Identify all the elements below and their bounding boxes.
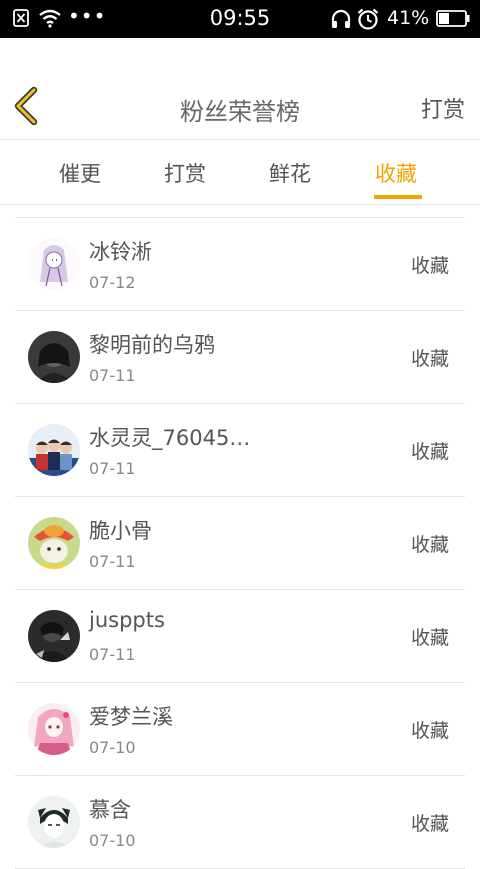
favorite-label: 收藏 [410, 813, 449, 835]
user-avatar [28, 517, 80, 569]
list-item[interactable]: 水灵灵_76045… 07-11 收藏 [15, 404, 465, 497]
tab-favorites[interactable]: 收藏 [375, 158, 417, 188]
fan-date: 07-11 [89, 645, 136, 664]
list-item[interactable]: 黎明前的乌鸦 07-11 收藏 [15, 311, 465, 404]
battery-percent: 41% [387, 7, 430, 29]
favorite-label: 收藏 [410, 534, 449, 556]
list-item[interactable]: 爱梦兰溪 07-10 收藏 [15, 683, 465, 776]
alarm-clock-icon [357, 8, 379, 30]
favorite-label: 收藏 [410, 627, 449, 649]
fan-name: 脆小骨 [89, 519, 152, 543]
user-avatar [28, 610, 80, 662]
fan-name: jusppts [89, 608, 165, 632]
list-item[interactable]: 冰铃淅 07-12 收藏 [15, 218, 465, 311]
user-avatar [28, 703, 80, 755]
fan-name: 水灵灵_76045… [89, 426, 251, 450]
fan-list: 冰铃淅 07-12 收藏 黎明前的乌鸦 07-11 收藏 水灵灵_76045… … [15, 217, 465, 869]
fan-date: 07-11 [89, 552, 136, 571]
tab-reward[interactable]: 打赏 [164, 158, 206, 188]
active-tab-indicator [374, 195, 422, 199]
fan-date: 07-11 [89, 459, 136, 478]
user-avatar [28, 424, 80, 476]
page-title: 粉丝荣誉榜 [180, 98, 300, 126]
favorite-label: 收藏 [410, 348, 449, 370]
list-item[interactable]: 脆小骨 07-11 收藏 [15, 497, 465, 590]
favorite-label: 收藏 [410, 441, 449, 463]
fan-date: 07-12 [89, 273, 136, 292]
fan-name: 冰铃淅 [89, 240, 152, 264]
fan-name: 爱梦兰溪 [89, 705, 173, 729]
fan-name: 黎明前的乌鸦 [89, 333, 215, 357]
nav-header: 粉丝荣誉榜 打赏 [0, 38, 480, 140]
tab-flowers[interactable]: 鲜花 [269, 158, 311, 188]
headphone-icon [331, 9, 351, 28]
favorite-label: 收藏 [410, 255, 449, 277]
tab-bar: 催更 打赏 鲜花 收藏 [0, 140, 480, 205]
list-item[interactable]: jusppts 07-11 收藏 [15, 590, 465, 683]
fan-date: 07-11 [89, 366, 136, 385]
fan-date: 07-10 [89, 831, 136, 850]
user-avatar [28, 238, 80, 290]
favorite-label: 收藏 [410, 720, 449, 742]
user-avatar [28, 796, 80, 848]
user-avatar [28, 331, 80, 383]
reward-button[interactable]: 打赏 [421, 92, 465, 124]
status-bar: ••• 09:55 41% [0, 0, 480, 38]
battery-icon [436, 10, 470, 27]
fan-name: 慕含 [89, 798, 131, 822]
tab-urge[interactable]: 催更 [59, 158, 101, 188]
list-item[interactable]: 慕含 07-10 收藏 [15, 776, 465, 869]
fan-date: 07-10 [89, 738, 136, 757]
